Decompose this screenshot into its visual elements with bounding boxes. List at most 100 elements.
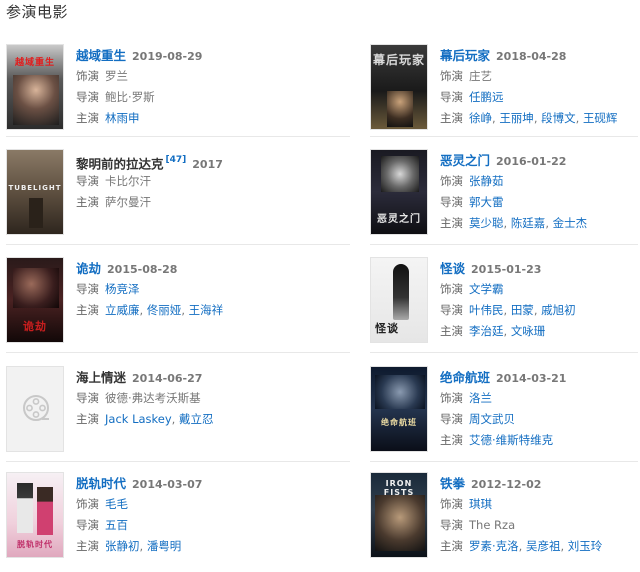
poster-image[interactable]: TUBELIGHT bbox=[6, 149, 64, 235]
release-date: 2017 bbox=[192, 158, 223, 172]
cast-link[interactable]: 李治廷 bbox=[469, 324, 504, 338]
director-label: 导演 bbox=[440, 90, 463, 104]
cast-value: 萨尔曼汗 bbox=[105, 195, 151, 209]
role-label: 饰演 bbox=[440, 282, 463, 296]
cast-label: 主演 bbox=[76, 539, 99, 553]
poster-text: 诡劫 bbox=[23, 320, 47, 333]
director-label: 导演 bbox=[440, 518, 463, 532]
movie-title-link[interactable]: 怪谈 bbox=[440, 261, 465, 276]
role-link[interactable]: 毛毛 bbox=[105, 497, 128, 511]
director-value: 彼德·弗达考沃斯基 bbox=[105, 391, 201, 405]
director-link[interactable]: 田蒙 bbox=[511, 303, 534, 317]
movie-title-link[interactable]: 绝命航班 bbox=[440, 370, 490, 385]
cast-link[interactable]: 林雨申 bbox=[105, 111, 140, 125]
poster-image[interactable]: 脱轨时代 bbox=[6, 472, 64, 558]
director-label: 导演 bbox=[440, 195, 463, 209]
cast-label: 主演 bbox=[440, 111, 463, 125]
divider bbox=[6, 244, 350, 245]
director-label: 导演 bbox=[76, 518, 99, 532]
cast-link[interactable]: 吴彦祖 bbox=[526, 539, 561, 553]
director-link[interactable]: 戚旭初 bbox=[541, 303, 576, 317]
director-link[interactable]: 郭大雷 bbox=[469, 195, 504, 209]
cast-link[interactable]: 王砚辉 bbox=[583, 111, 618, 125]
cast-label: 主演 bbox=[76, 111, 99, 125]
cast-link[interactable]: 张静初 bbox=[105, 539, 140, 553]
release-date: 2012-12-02 bbox=[471, 478, 542, 491]
director-link[interactable]: 任鹏远 bbox=[469, 90, 504, 104]
movie-title: 海上情迷 bbox=[76, 370, 127, 385]
movie-title-link[interactable]: 越域重生 bbox=[76, 48, 126, 63]
cast-link[interactable]: 莫少聪 bbox=[469, 216, 504, 230]
cast-link[interactable]: 刘玉玲 bbox=[568, 539, 603, 553]
director-label: 导演 bbox=[76, 174, 99, 188]
poster-image[interactable]: 越域重生 bbox=[6, 44, 64, 130]
poster-image[interactable]: 恶灵之门 bbox=[370, 149, 428, 235]
role-link[interactable]: 张静茹 bbox=[469, 174, 504, 188]
director-label: 导演 bbox=[440, 412, 463, 426]
poster-image[interactable]: 怪谈 bbox=[370, 257, 428, 343]
cast-link[interactable]: 戴立忍 bbox=[179, 412, 214, 426]
cast-link[interactable]: 金士杰 bbox=[553, 216, 588, 230]
poster-text: 绝命航班 bbox=[381, 418, 417, 427]
release-date: 2014-03-07 bbox=[132, 478, 203, 491]
cast-label: 主演 bbox=[76, 303, 99, 317]
role-link[interactable]: 洛兰 bbox=[469, 391, 492, 405]
director-label: 导演 bbox=[440, 303, 463, 317]
cast-label: 主演 bbox=[440, 216, 463, 230]
cast-link[interactable]: 陈廷嘉 bbox=[511, 216, 546, 230]
divider bbox=[370, 136, 638, 137]
role-link[interactable]: 文学霸 bbox=[469, 282, 504, 296]
cast-link[interactable]: 立威廉 bbox=[105, 303, 140, 317]
movie-card[interactable]: 绝命航班 绝命航班 2014-03-21 饰演 洛兰 导演 周文武贝 主演 艾德·维斯特… bbox=[370, 366, 640, 466]
movie-card[interactable]: TUBELIGHT 黎明前的拉达克 [47] 2017 导演 卡比尔汗 主演 萨尔曼汗 bbox=[6, 149, 276, 249]
cast-link[interactable]: 段博文 bbox=[541, 111, 576, 125]
cast-link[interactable]: 徐峥 bbox=[469, 111, 492, 125]
movie-title-link[interactable]: 脱轨时代 bbox=[76, 476, 126, 491]
movie-card[interactable]: 越域重生 越域重生 2019-08-29 饰演 罗兰 导演 鲍比·罗斯 主演 林雨申 bbox=[6, 44, 276, 144]
cast-link[interactable]: 王海祥 bbox=[189, 303, 224, 317]
movie-title-link[interactable]: 诡劫 bbox=[76, 261, 101, 276]
movie-title-link[interactable]: 铁拳 bbox=[440, 476, 465, 491]
cast-link[interactable]: 潘粤明 bbox=[147, 539, 182, 553]
poster-text: TUBELIGHT bbox=[8, 184, 62, 192]
cast-link[interactable]: 艾德·维斯特维克 bbox=[469, 433, 553, 447]
director-link[interactable]: 杨竞泽 bbox=[105, 282, 140, 296]
poster-placeholder[interactable] bbox=[6, 366, 64, 452]
poster-face bbox=[381, 156, 419, 192]
cast-label: 主演 bbox=[440, 324, 463, 338]
citation-link[interactable]: [47] bbox=[166, 155, 187, 165]
poster-image[interactable]: 绝命航班 bbox=[370, 366, 428, 452]
role-label: 饰演 bbox=[76, 69, 99, 83]
poster-figure bbox=[13, 268, 59, 308]
director-link[interactable]: 五百 bbox=[105, 518, 128, 532]
release-date: 2014-06-27 bbox=[132, 372, 203, 385]
poster-image[interactable]: 幕后玩家 bbox=[370, 44, 428, 130]
poster-figure bbox=[393, 264, 409, 320]
movie-card[interactable]: 怪谈 怪谈 2015-01-23 饰演 文学霸 导演 叶伟民, 田蒙, 戚旭初 主演李… bbox=[370, 257, 640, 357]
divider bbox=[6, 352, 350, 353]
director-label: 导演 bbox=[76, 90, 99, 104]
movie-card[interactable]: 海上情迷 2014-06-27 导演 彼德·弗达考沃斯基 主演 Jack Laskey… bbox=[6, 366, 276, 466]
poster-text: 幕后玩家 bbox=[372, 53, 425, 67]
cast-link[interactable]: 王丽坤 bbox=[499, 111, 534, 125]
poster-image[interactable]: IRON FISTS bbox=[370, 472, 428, 558]
director-link[interactable]: 周文武贝 bbox=[469, 412, 515, 426]
poster-image[interactable]: 诡劫 bbox=[6, 257, 64, 343]
movie-card[interactable]: 脱轨时代 脱轨时代 2014-03-07 饰演 毛毛 导演 五百 主演 张静初, 潘粤明 bbox=[6, 472, 276, 572]
cast-link[interactable]: 文咏珊 bbox=[511, 324, 546, 338]
movie-card[interactable]: 恶灵之门 恶灵之门 2016-01-22 饰演 张静茹 导演 郭大雷 主演 莫少聪, 陈… bbox=[370, 149, 640, 249]
movie-title-link[interactable]: 恶灵之门 bbox=[440, 153, 490, 168]
movie-title: 黎明前的拉达克 bbox=[76, 156, 164, 172]
cast-link[interactable]: 罗素·克洛 bbox=[469, 539, 519, 553]
role-value: 罗兰 bbox=[105, 69, 128, 83]
role-link[interactable]: 琪琪 bbox=[469, 497, 492, 511]
director-link[interactable]: 叶伟民 bbox=[469, 303, 504, 317]
cast-link[interactable]: Jack Laskey bbox=[105, 412, 172, 426]
movie-card[interactable]: 幕后玩家 幕后玩家 2018-04-28 饰演 庄艺 导演 任鹏远 主演 徐峥, 王丽坤… bbox=[370, 44, 640, 144]
cast-label: 主演 bbox=[440, 433, 463, 447]
movie-card[interactable]: IRON FISTS 铁拳 2012-12-02 饰演 琪琪 导演 The Rza 主… bbox=[370, 472, 640, 572]
movie-title-link[interactable]: 幕后玩家 bbox=[440, 48, 490, 63]
cast-link[interactable]: 佟丽娅 bbox=[147, 303, 182, 317]
movie-card[interactable]: 诡劫 诡劫 2015-08-28 导演 杨竞泽 主演 立威廉, 佟丽娅, 王海祥 bbox=[6, 257, 276, 357]
poster-figures bbox=[13, 75, 59, 125]
